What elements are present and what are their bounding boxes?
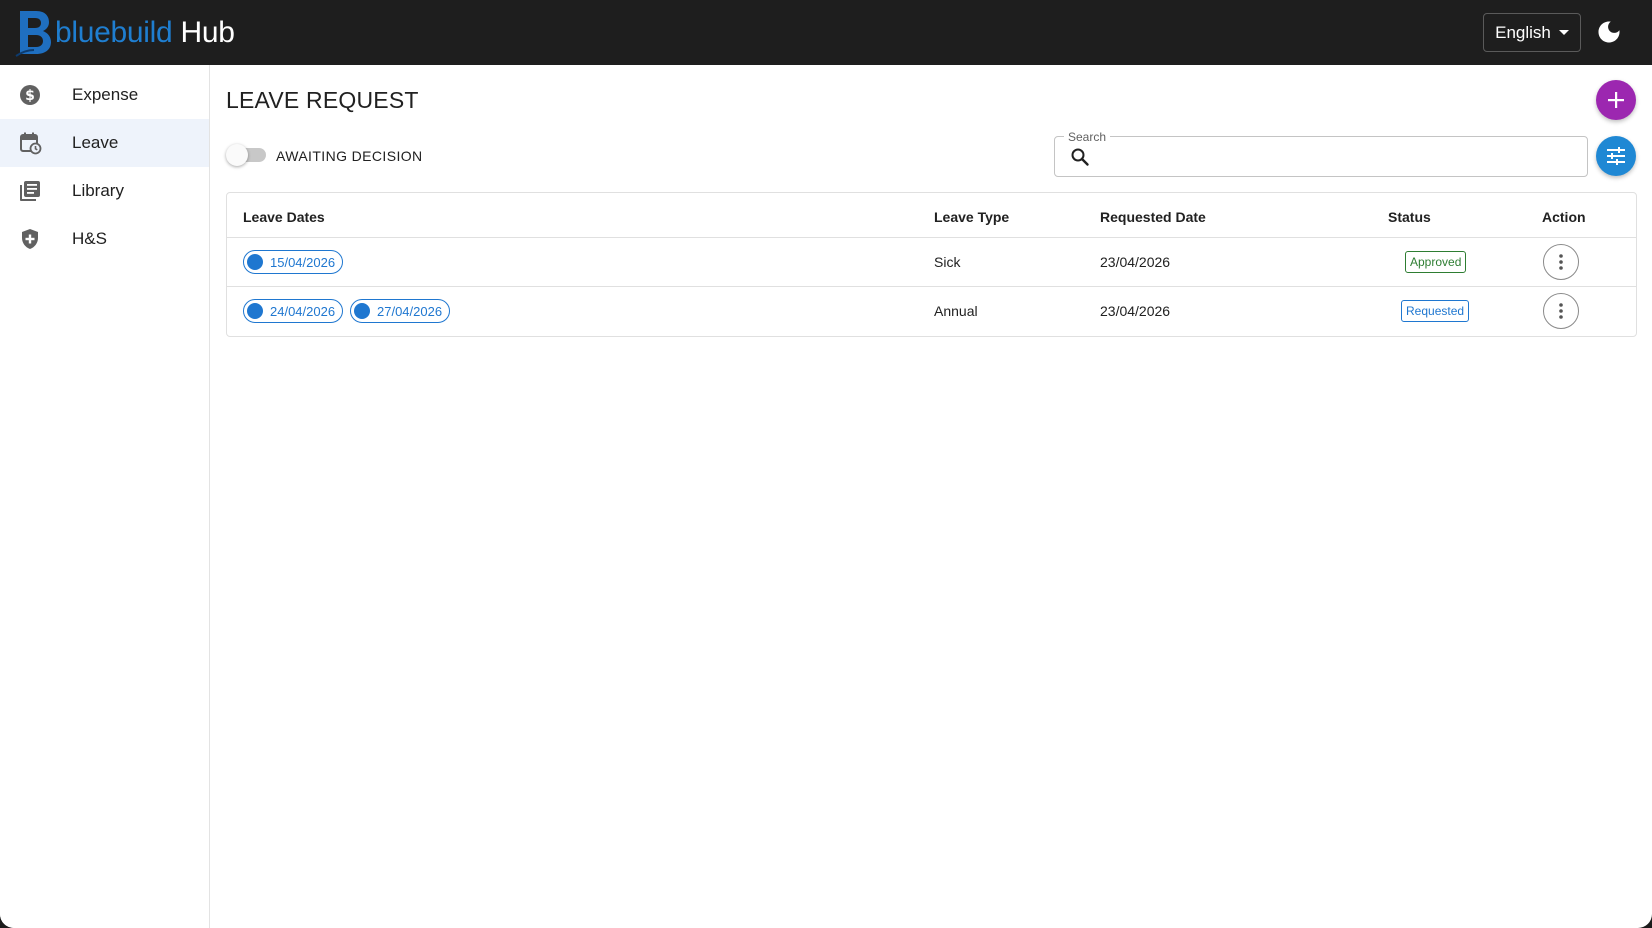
status-badge: Approved [1405, 251, 1467, 273]
library-books-icon [20, 181, 40, 201]
leave-type-cell: Annual [934, 303, 978, 319]
column-header-status[interactable]: Status [1388, 209, 1431, 225]
page-title: LEAVE REQUEST [226, 87, 419, 113]
leave-type-cell: Sick [934, 254, 961, 270]
filter-button[interactable] [1596, 136, 1636, 176]
status-badge: Requested [1401, 300, 1470, 322]
sidebar-item-label: H&S [72, 229, 107, 248]
sidebar-item-label: Library [72, 181, 124, 200]
search-field[interactable]: Search [1054, 130, 1588, 177]
shield-plus-icon [22, 229, 38, 249]
awaiting-decision-toggle[interactable] [226, 143, 268, 167]
date-dot-icon [247, 254, 263, 270]
awaiting-decision-label: AWAITING DECISION [276, 148, 423, 164]
svg-text:$: $ [25, 88, 35, 104]
date-dot-icon [247, 303, 263, 319]
row-actions-button[interactable] [1543, 244, 1579, 280]
leave-date-chip: 15/04/2026 [243, 250, 344, 274]
sidebar-item-library[interactable]: Library [0, 167, 209, 215]
column-header-leave-type[interactable]: Leave Type [934, 209, 1009, 225]
requested-date-cell: 23/04/2026 [1100, 303, 1171, 319]
calendar-clock-icon [20, 132, 42, 155]
leave-request-table: Leave Dates Leave Type Requested Date St… [226, 192, 1637, 337]
leave-date: 24/04/2026 [270, 303, 336, 319]
table-row[interactable]: 15/04/2026 Sick 23/04/2026 Approved [227, 237, 1636, 286]
language-select[interactable]: English [1483, 13, 1581, 52]
dark-mode-moon-icon[interactable] [1595, 18, 1623, 46]
requested-date-cell: 23/04/2026 [1100, 254, 1171, 270]
main-content: LEAVE REQUEST AWAITING DECISION Search L… [210, 65, 1652, 928]
leave-date-chip: 24/04/2026 [243, 299, 344, 323]
top-app-bar: bluebuild Hub English [0, 0, 1652, 65]
brand-logo[interactable]: bluebuild Hub [14, 8, 235, 58]
search-input[interactable] [1101, 145, 1579, 169]
column-header-leave-dates[interactable]: Leave Dates [243, 209, 325, 225]
table-row[interactable]: 24/04/2026 27/04/2026 Annual 23/04/2026 … [227, 286, 1636, 335]
plus-icon [1608, 92, 1624, 108]
search-label: Search [1064, 130, 1111, 144]
app-window: bluebuild Hub English $ Expense Leave Li… [0, 0, 1652, 928]
add-leave-button[interactable] [1596, 80, 1636, 120]
sidebar-item-label: Leave [72, 133, 119, 152]
row-actions-button[interactable] [1543, 293, 1579, 329]
dollar-circle-icon: $ [20, 85, 40, 105]
sidebar-item-expense[interactable]: $ Expense [0, 71, 209, 119]
more-vertical-icon [1559, 254, 1563, 270]
leave-date-chip: 27/04/2026 [350, 299, 451, 323]
toggle-thumb [226, 144, 248, 166]
column-header-action: Action [1542, 209, 1586, 225]
leave-date: 15/04/2026 [270, 254, 336, 270]
brand-name-part1: bluebuild [55, 16, 173, 49]
sidebar-item-leave[interactable]: Leave [0, 119, 209, 167]
language-select-value: English [1495, 22, 1551, 42]
tune-filter-icon [1607, 147, 1625, 165]
sidebar-nav: $ Expense Leave Library H&S [0, 65, 210, 928]
brand-name-part2: Hub [180, 16, 235, 49]
sidebar-item-hs[interactable]: H&S [0, 215, 209, 263]
column-header-requested-date[interactable]: Requested Date [1100, 209, 1206, 225]
more-vertical-icon [1559, 303, 1563, 319]
date-dot-icon [354, 303, 370, 319]
caret-down-icon [1558, 30, 1569, 35]
brand-b-icon [15, 11, 51, 57]
sidebar-item-label: Expense [72, 85, 139, 104]
search-icon [1071, 148, 1089, 166]
leave-date: 27/04/2026 [377, 303, 443, 319]
